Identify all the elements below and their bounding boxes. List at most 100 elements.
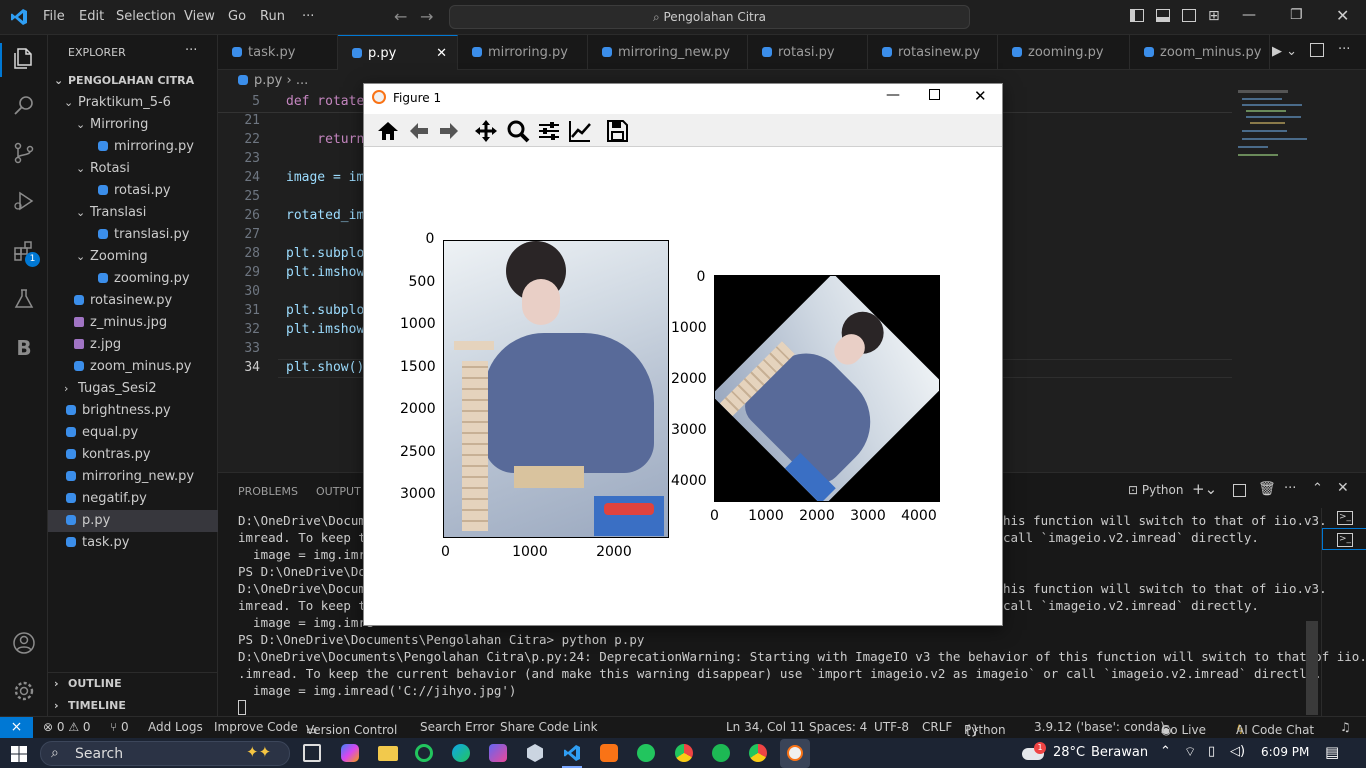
python-interpreter[interactable]: 3.9.12 ('base': conda) xyxy=(1034,720,1165,734)
weather-temperature[interactable]: 28°C xyxy=(1053,745,1085,760)
zoom-magnifier-icon[interactable] xyxy=(505,118,531,144)
menu-edit[interactable]: Edit xyxy=(79,9,104,24)
encoding-status[interactable]: UTF-8 xyxy=(874,720,909,734)
taskbar-search-box[interactable]: ⌕ Search ✦✦ xyxy=(40,741,290,766)
split-editor-icon[interactable] xyxy=(1310,43,1324,57)
terminal-instance-icon[interactable]: >_ xyxy=(1337,533,1353,547)
minimap[interactable] xyxy=(1232,90,1312,180)
weather-description[interactable]: Berawan xyxy=(1091,745,1148,760)
tree-item[interactable]: zooming.py xyxy=(98,268,190,290)
code-line[interactable]: def rotate xyxy=(286,94,364,109)
toggle-secondary-sidebar-icon[interactable] xyxy=(1182,9,1196,22)
code-line[interactable]: rotated_im xyxy=(286,208,364,223)
editor-tab[interactable]: rotasi.py xyxy=(748,35,868,70)
menu-file[interactable]: File xyxy=(43,9,65,24)
home-icon[interactable] xyxy=(375,118,401,144)
app-purple-icon[interactable] xyxy=(489,744,507,762)
explorer-icon[interactable] xyxy=(11,47,37,73)
python-figure-taskbar-button[interactable] xyxy=(780,739,810,768)
original-image-axes[interactable] xyxy=(443,240,669,538)
tree-item[interactable]: ⌄ Rotasi xyxy=(76,158,130,180)
minimize-window-icon[interactable]: — xyxy=(1242,7,1256,23)
new-terminal-icon[interactable]: +⌄ xyxy=(1192,480,1217,498)
editor-tab[interactable]: p.py ✕ xyxy=(338,35,458,70)
code-line[interactable]: image = im xyxy=(286,170,364,185)
search-view-icon[interactable] xyxy=(11,93,37,119)
menu-run[interactable]: Run xyxy=(260,9,285,24)
split-terminal-icon[interactable] xyxy=(1233,484,1246,497)
add-logs-button[interactable]: Add Logs xyxy=(148,720,203,734)
tree-item[interactable]: p.py xyxy=(48,510,218,532)
battery-icon[interactable]: ▯ xyxy=(1208,744,1215,759)
tree-item[interactable]: zoom_minus.py xyxy=(74,356,192,378)
editor-more-icon[interactable]: ··· xyxy=(1338,42,1350,57)
task-view-icon[interactable] xyxy=(303,744,321,762)
matplotlib-figure-window[interactable]: Figure 1 — ✕ 0 500 1000 1500 2000 2500 3… xyxy=(363,83,1003,626)
code-line[interactable]: plt.imshow xyxy=(286,265,364,280)
weather-icon[interactable]: 1 xyxy=(1020,740,1046,764)
close-panel-icon[interactable]: ✕ xyxy=(1337,480,1349,496)
forward-icon[interactable] xyxy=(436,118,462,144)
menu-more[interactable]: ··· xyxy=(302,9,314,24)
tree-item[interactable]: z.jpg xyxy=(74,334,121,356)
toggle-sidebar-icon[interactable] xyxy=(1130,9,1144,22)
figure-title-bar[interactable]: Figure 1 — ✕ xyxy=(364,84,1002,114)
workspace-root[interactable]: ⌄ PENGOLAHAN CITRA xyxy=(54,70,194,92)
run-python-icon[interactable]: ▶ ⌄ xyxy=(1272,44,1297,59)
editor-tab[interactable]: task.py xyxy=(218,35,338,70)
app-cube-icon[interactable] xyxy=(527,744,543,762)
terminal-instance-icon[interactable]: >_ xyxy=(1337,511,1353,525)
tree-item[interactable]: brightness.py xyxy=(66,400,171,422)
figure-minimize-icon[interactable]: — xyxy=(886,87,900,103)
back-icon[interactable] xyxy=(406,118,432,144)
tree-item[interactable]: equal.py xyxy=(66,422,138,444)
customize-layout-icon[interactable]: ⊞ xyxy=(1208,8,1220,24)
run-debug-icon[interactable] xyxy=(11,189,37,215)
menu-selection[interactable]: Selection xyxy=(116,9,176,24)
toggle-panel-icon[interactable] xyxy=(1156,9,1170,22)
editor-tab[interactable]: mirroring.py xyxy=(458,35,588,70)
cursor-position[interactable]: Ln 34, Col 11 xyxy=(726,720,805,734)
code-line[interactable]: plt.subplo xyxy=(286,246,364,261)
edit-axis-icon[interactable] xyxy=(567,118,593,144)
tree-item[interactable]: negatif.py xyxy=(66,488,147,510)
kill-terminal-icon[interactable]: 🗑 xyxy=(1258,481,1276,497)
vscode-taskbar-icon[interactable] xyxy=(563,744,581,762)
restore-window-icon[interactable]: ❐ xyxy=(1290,7,1303,23)
terminal-shell-selector[interactable]: ⊡ Python xyxy=(1128,483,1183,497)
maximize-panel-icon[interactable]: ⌃ xyxy=(1312,481,1323,496)
editor-tab[interactable]: mirroring_new.py xyxy=(588,35,748,70)
panel-more-icon[interactable]: ··· xyxy=(1284,481,1296,496)
file-explorer-icon[interactable] xyxy=(378,746,398,761)
code-line[interactable]: plt.imshow xyxy=(286,322,364,337)
app-orange-icon[interactable] xyxy=(600,744,618,762)
timeline-section[interactable]: › TIMELINE xyxy=(54,695,126,717)
notification-center-icon[interactable]: ▤ xyxy=(1325,743,1339,761)
menu-go[interactable]: Go xyxy=(228,9,246,24)
editor-tab[interactable]: zoom_minus.py xyxy=(1130,35,1270,70)
clock-time[interactable]: 6:09 PM xyxy=(1261,745,1309,759)
eol-status[interactable]: CRLF xyxy=(922,720,952,734)
tree-item[interactable]: kontras.py xyxy=(66,444,151,466)
tree-item[interactable]: ⌄ Mirroring xyxy=(76,114,148,136)
configure-subplots-icon[interactable] xyxy=(536,118,562,144)
source-control-icon[interactable] xyxy=(11,141,37,167)
system-tray-chevron-icon[interactable]: ⌃ xyxy=(1160,744,1171,759)
problems-status[interactable]: ⊗ 0 ⚠ 0 xyxy=(43,720,91,734)
chrome-profile-icon[interactable] xyxy=(675,744,693,762)
copilot-icon[interactable] xyxy=(341,744,359,762)
improve-code-button[interactable]: Improve Code xyxy=(214,720,298,734)
save-figure-icon[interactable] xyxy=(604,118,630,144)
ports-status[interactable]: ⑂ 0 xyxy=(110,720,129,734)
rotated-image-axes[interactable] xyxy=(714,275,940,502)
notifications-bell-icon[interactable]: ♫ xyxy=(1340,720,1351,734)
terminal-scrollbar[interactable] xyxy=(1306,621,1318,715)
tab-output[interactable]: OUTPUT xyxy=(316,485,361,498)
tab-problems[interactable]: PROBLEMS xyxy=(238,485,298,498)
tree-item[interactable]: ⌄ Zooming xyxy=(76,246,148,268)
figure-maximize-icon[interactable] xyxy=(929,89,940,100)
app-green-ring-icon[interactable] xyxy=(415,744,433,762)
whatsapp-icon[interactable] xyxy=(637,744,655,762)
indentation-status[interactable]: Spaces: 4 xyxy=(809,720,867,734)
close-window-icon[interactable]: ✕ xyxy=(1336,6,1349,25)
